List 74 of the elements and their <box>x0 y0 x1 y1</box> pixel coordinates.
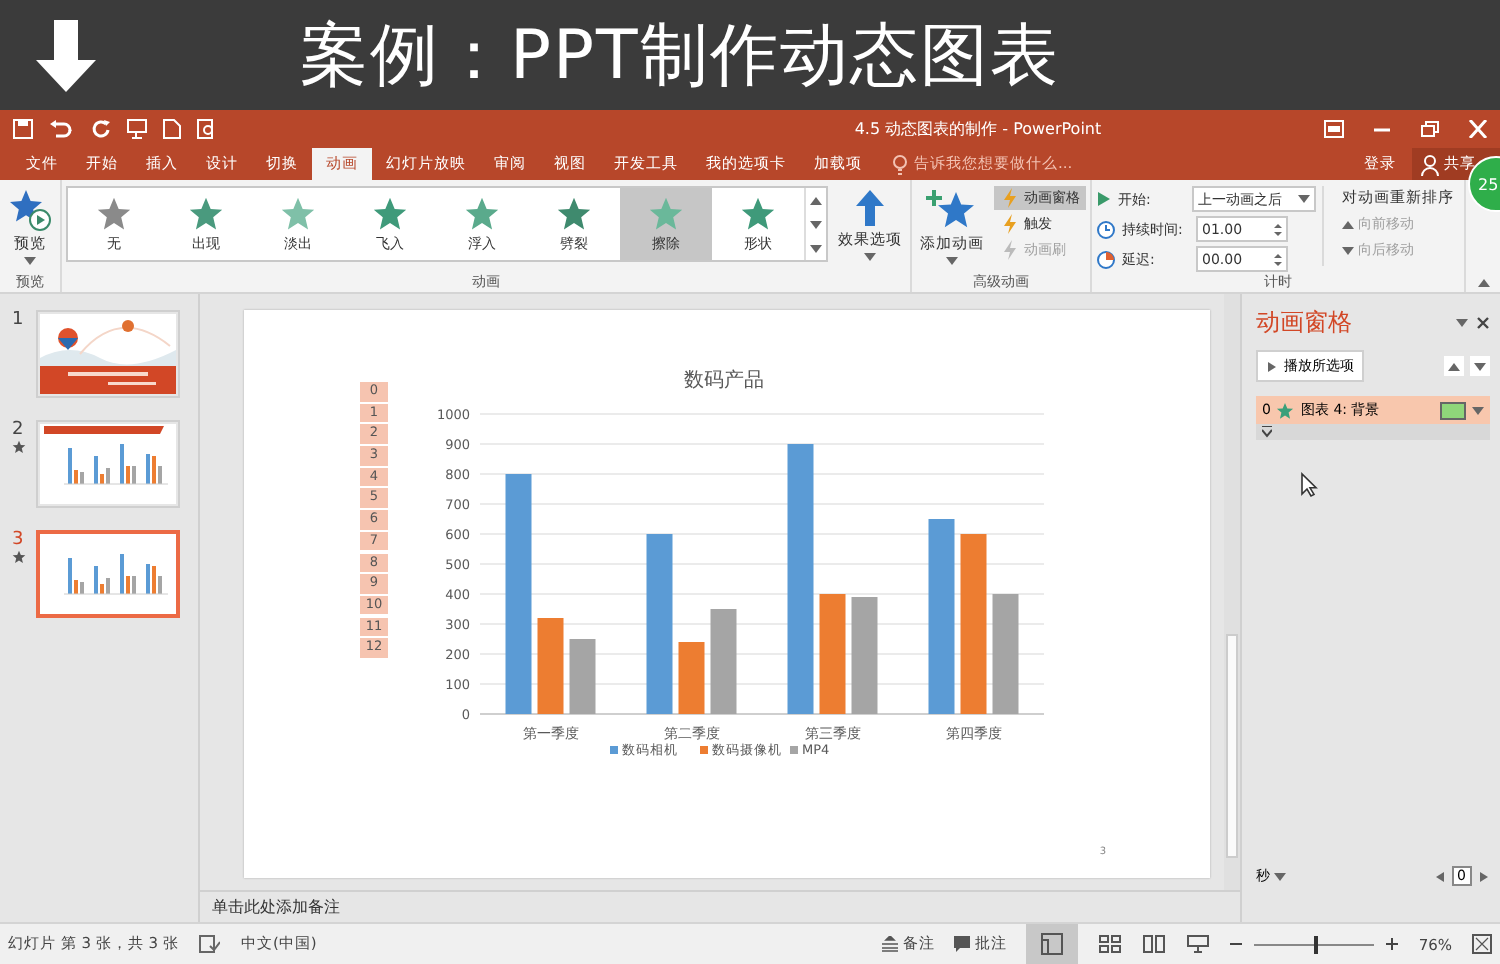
mouse-cursor-icon <box>1300 472 1318 498</box>
document-icon[interactable] <box>162 118 182 140</box>
comment-icon <box>954 936 971 952</box>
bar <box>992 594 1019 714</box>
caret-icon <box>864 252 876 262</box>
reading-view-icon[interactable] <box>1142 934 1167 954</box>
undo-icon[interactable] <box>48 118 76 140</box>
banner-title: 案例：PPT制作动态图表 <box>300 13 1060 99</box>
bar <box>851 597 878 714</box>
caret-icon <box>946 256 958 266</box>
pane-options-icon[interactable] <box>1456 318 1468 328</box>
play-icon <box>1096 190 1112 208</box>
slide-number: 2 <box>12 420 26 440</box>
notes-icon <box>882 936 899 952</box>
legend-swatch <box>610 746 618 754</box>
caret-icon <box>1342 219 1354 229</box>
restore-icon[interactable] <box>1420 120 1440 138</box>
bar <box>710 609 737 714</box>
down-arrow-icon <box>32 15 100 95</box>
lightbulb-icon <box>892 153 908 175</box>
timeline-bar <box>1440 401 1466 419</box>
star-play-icon <box>8 188 52 232</box>
caret-down-icon <box>1474 361 1486 371</box>
normal-view-icon[interactable] <box>1026 924 1079 964</box>
slideshow-icon[interactable] <box>126 118 148 140</box>
caret-up-icon <box>1448 361 1460 371</box>
scroll-down-icon[interactable] <box>810 219 822 229</box>
slide-thumbnail[interactable] <box>36 310 180 398</box>
slide-sorter-icon[interactable] <box>1098 934 1123 954</box>
scroll-right-icon[interactable] <box>1478 871 1490 881</box>
redo-icon[interactable] <box>90 118 112 140</box>
spinner-icon <box>1274 251 1282 267</box>
person-icon <box>1420 153 1440 175</box>
zoom-out-icon[interactable] <box>1230 938 1243 950</box>
bar <box>678 642 705 714</box>
save-icon[interactable] <box>12 118 34 140</box>
bar <box>537 618 564 714</box>
zoom-in-icon[interactable] <box>1386 938 1399 950</box>
slide-number: 1 <box>12 310 26 330</box>
caret-icon <box>1298 194 1310 204</box>
star-plus-icon <box>924 188 980 232</box>
star-icon <box>1276 401 1295 419</box>
item-menu-icon[interactable] <box>1472 405 1484 415</box>
expand-icon[interactable] <box>1262 426 1272 438</box>
move-up-button[interactable] <box>1444 356 1464 376</box>
slide-thumbnail[interactable] <box>36 530 180 618</box>
bar <box>569 639 596 714</box>
play-icon <box>1266 361 1278 371</box>
up-arrow-icon <box>854 188 886 228</box>
move-down-button[interactable] <box>1470 356 1490 376</box>
more-icon[interactable] <box>810 243 822 253</box>
legend-swatch <box>790 746 798 754</box>
caret-icon <box>1342 245 1354 255</box>
collapse-ribbon-icon[interactable] <box>1478 278 1490 288</box>
clock-icon <box>1096 219 1116 239</box>
ribbon-display-icon[interactable] <box>1324 120 1344 138</box>
scroll-up-icon[interactable] <box>810 195 822 205</box>
caret-icon <box>24 256 36 266</box>
spinner-icon <box>1274 221 1282 237</box>
slideshow-view-icon[interactable] <box>1186 934 1211 954</box>
close-icon[interactable] <box>1476 316 1490 330</box>
print-preview-icon[interactable] <box>196 118 218 140</box>
slide-thumbnail[interactable] <box>36 420 180 508</box>
scroll-left-icon[interactable] <box>1433 871 1446 881</box>
spellcheck-icon[interactable] <box>198 934 221 954</box>
caret-icon <box>1274 871 1286 881</box>
pane-title: 动画窗格 <box>1256 306 1354 340</box>
window-title: 4.5 动态图表的制作 - PowerPoint <box>852 118 1104 140</box>
chart-title: 数码产品 <box>684 370 764 392</box>
delay-clock-icon <box>1096 249 1116 269</box>
slide-number: 3 <box>12 530 26 550</box>
legend-swatch <box>700 746 708 754</box>
bar <box>819 594 846 714</box>
fit-to-window-icon[interactable] <box>1472 934 1492 954</box>
